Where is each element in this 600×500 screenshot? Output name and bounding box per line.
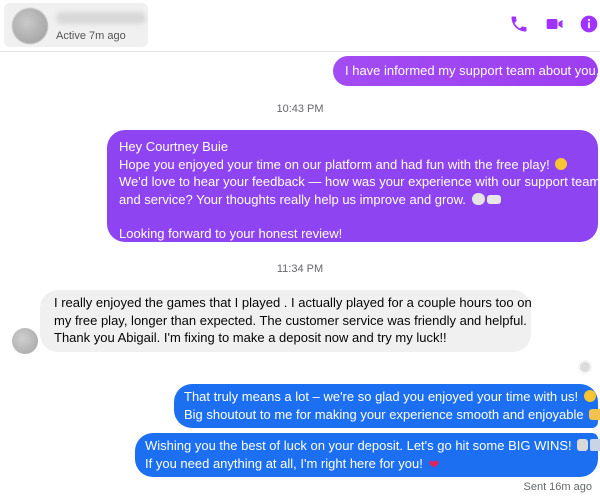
message-text: Looking forward to your honest review! [119,226,343,241]
message-text: Thank you Abigail. I'm fixing to make a … [54,330,447,345]
smiling-face-icon [583,390,596,402]
active-status: Active 7m ago [56,30,126,42]
game-controller-icon [486,194,501,204]
message-bubble-outgoing[interactable]: Hey Courtney Buie Hope you enjoyed your … [107,130,600,242]
message-text: Hope you enjoyed your time on our platfo… [119,156,550,172]
message-text: and service? Your thoughts really help u… [119,191,466,207]
speech-bubble-icon [471,192,485,205]
message-bubble-outgoing[interactable]: Wishing you the best of luck on your dep… [135,433,600,477]
heart-icon: ❤ [428,456,440,472]
sender-avatar[interactable] [12,328,38,354]
contact-name-redacted [56,12,146,24]
video-icon[interactable] [544,13,566,35]
money-bag-icon [577,439,589,451]
message-bubble-outgoing[interactable]: I have informed my support team about yo… [333,56,600,86]
message-text: Big shoutout to me for making your exper… [184,406,584,422]
message-text: That truly means a lot – we're so glad y… [184,389,579,404]
timestamp: 11:34 PM [276,263,324,275]
message-text: We'd love to hear your feedback — how wa… [119,174,600,189]
message-text: I really enjoyed the games that I played… [54,295,532,310]
info-icon[interactable] [578,13,600,35]
message-text: my free play, longer than expected. The … [54,312,527,328]
contact-info[interactable]: Active 7m ago [4,3,148,47]
seen-indicator-avatar [578,360,592,374]
smiling-face-icon [555,157,568,170]
timestamp: 10:43 PM [276,103,324,115]
message-bubble-outgoing[interactable]: That truly means a lot – we're so glad y… [174,384,600,428]
raising-hands-icon [589,408,600,420]
message-text: Hey Courtney Buie [119,139,229,154]
message-text: Wishing you the best of luck on your dep… [145,438,572,453]
phone-icon[interactable] [508,13,530,35]
message-text: If you need anything at all, I'm right h… [145,455,423,471]
header-divider [0,51,600,52]
bank-icon [590,439,600,451]
message-text: I have informed my support team about yo… [345,63,600,78]
conversation-header: Active 7m ago [0,0,600,52]
message-bubble-incoming[interactable]: I really enjoyed the games that I played… [40,290,532,352]
sent-status: Sent 16m ago [523,481,593,493]
contact-avatar[interactable] [12,8,48,44]
